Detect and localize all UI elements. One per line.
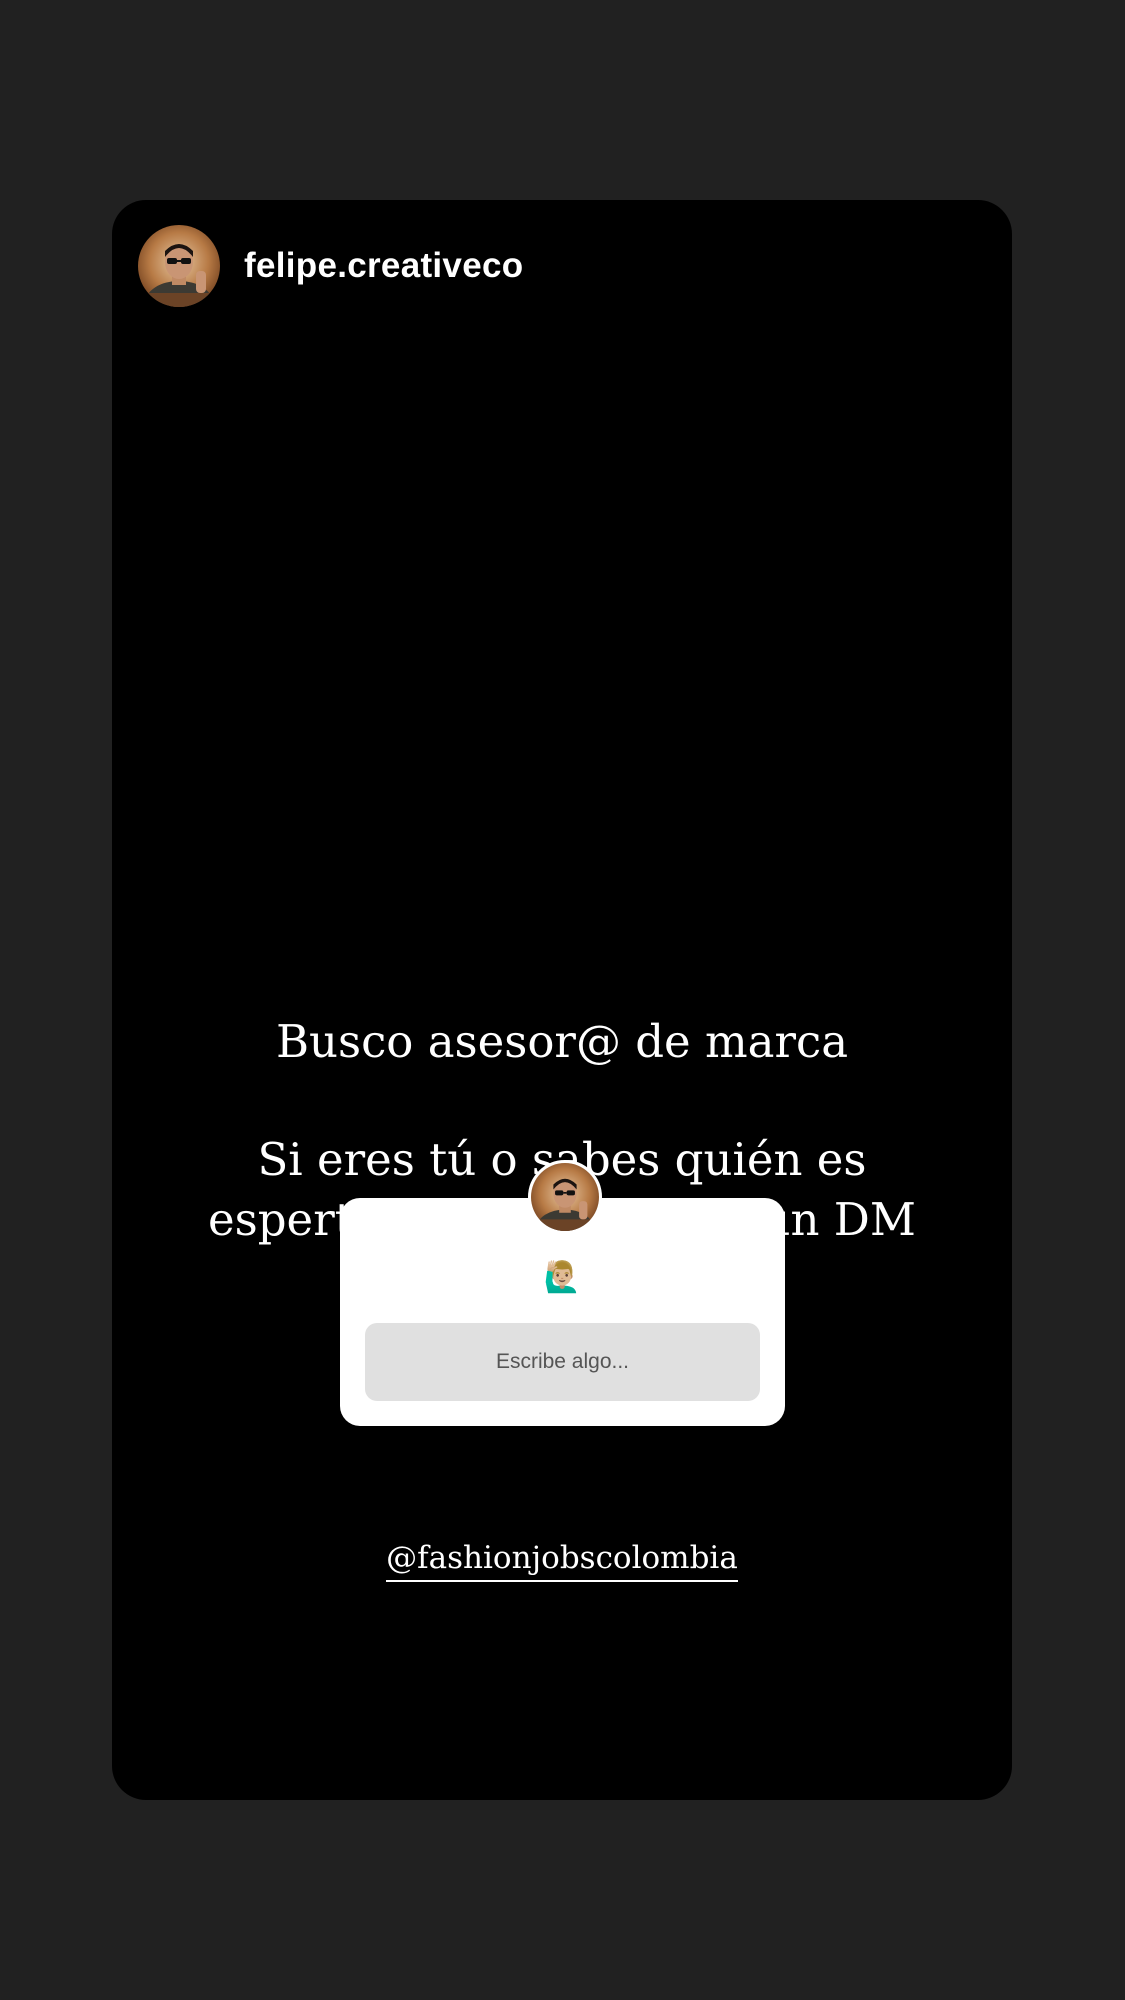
profile-photo-icon: [531, 1163, 599, 1231]
sticker-reply-input[interactable]: Escribe algo...: [365, 1323, 760, 1401]
story-header: felipe.creativeco: [138, 224, 523, 308]
username[interactable]: felipe.creativeco: [244, 246, 523, 286]
mention-container: @fashionjobscolombia: [112, 1540, 1012, 1582]
story-card[interactable]: felipe.creativeco Busco asesor@ de marca…: [112, 200, 1012, 1800]
profile-photo-icon: [138, 225, 220, 307]
raising-hand-emoji-icon: 🙋🏼‍♂️: [543, 1261, 582, 1294]
story-headline: Busco asesor@ de marca: [275, 1015, 849, 1068]
sticker-avatar: [528, 1160, 602, 1234]
question-sticker[interactable]: 🙋🏼‍♂️ Escribe algo...: [340, 1160, 785, 1426]
profile-avatar[interactable]: [138, 225, 220, 307]
mention-link[interactable]: @fashionjobscolombia: [386, 1540, 738, 1582]
